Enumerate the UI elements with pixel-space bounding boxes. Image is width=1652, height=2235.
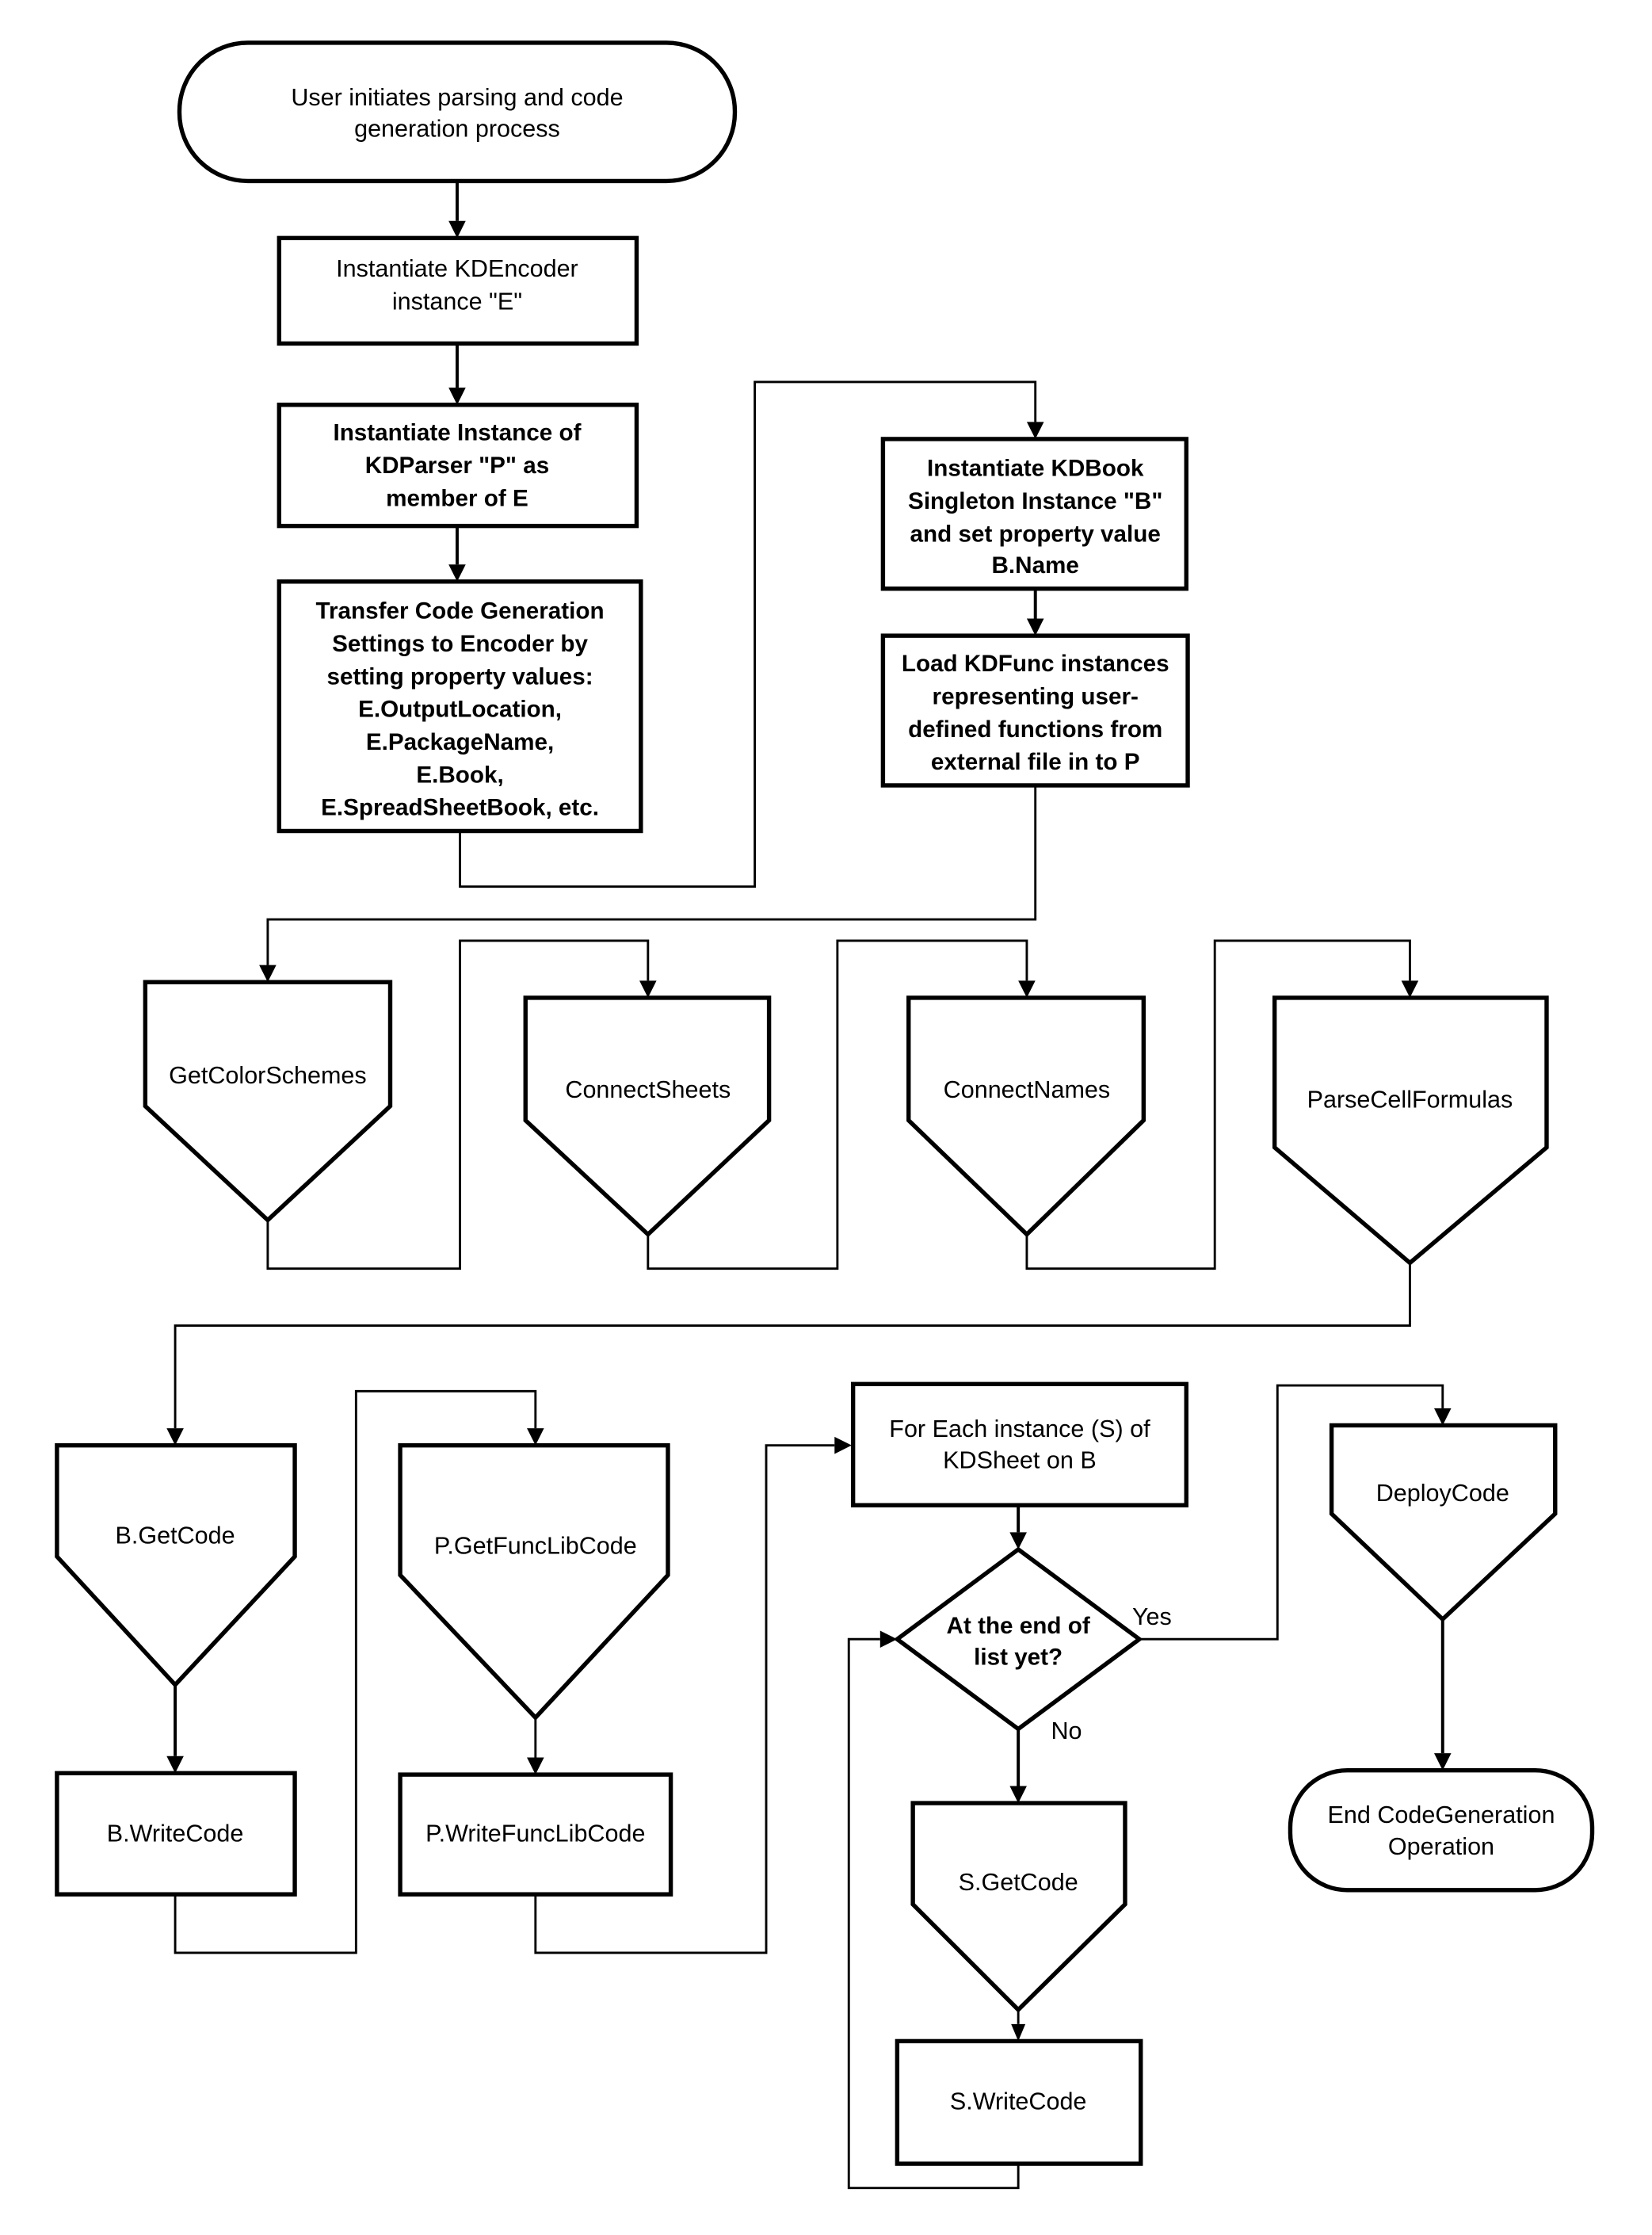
arrowhead-icon (1009, 1786, 1027, 1804)
node-b-write-code[interactable]: B.WriteCode (55, 1771, 297, 1897)
arrowhead-icon (834, 1436, 852, 1454)
node-label-line: Instantiate KDBook (927, 456, 1144, 482)
node-label-line: and set property value (910, 521, 1161, 547)
node-label: S.WriteCode (950, 2088, 1087, 2115)
node-label-line: Instantiate Instance of (333, 420, 581, 446)
node-label-line: KDParser "P" as (365, 453, 549, 479)
terminator-shape (177, 40, 738, 184)
offpage-shape (906, 995, 1146, 1238)
node-label-line: Settings to Encoder by (332, 631, 588, 657)
arrowhead-icon (448, 564, 466, 582)
node-label-line: User initiates parsing and code (291, 84, 623, 111)
node-label: ConnectSheets (565, 1076, 731, 1103)
node-label-line: For Each instance (S) of (889, 1416, 1150, 1442)
arrowhead-icon (166, 1428, 184, 1446)
node-label-line: At the end of (947, 1613, 1090, 1639)
node-label-line: Transfer Code Generation (316, 598, 605, 625)
node-label-line: Load KDFunc instances (902, 651, 1169, 677)
node-label-line: End CodeGeneration (1328, 1801, 1555, 1828)
node-label-line: Instantiate KDEncoder (336, 255, 578, 282)
arrowhead-icon (1011, 2023, 1026, 2042)
terminator-shape (1288, 1768, 1595, 1893)
arrowhead-icon (527, 1428, 544, 1446)
node-label-line: E.OutputLocation, (358, 697, 562, 723)
node-s-get-code[interactable]: S.GetCode (910, 1801, 1127, 2013)
arrowhead-icon (1401, 980, 1419, 998)
node-start[interactable]: User initiates parsing and code generatio… (177, 40, 738, 184)
node-label-line: setting property values: (327, 663, 593, 690)
node-label: B.GetCode (116, 1522, 235, 1549)
node-label: P.WriteFuncLibCode (425, 1820, 645, 1847)
arrowhead-icon (1018, 980, 1036, 998)
node-label-line: representing user- (933, 683, 1139, 709)
decision-shape (893, 1546, 1143, 1732)
edge-parsecellformulas-to-bgetcode (174, 1263, 1411, 1429)
offpage-shape (1329, 1423, 1558, 1622)
node-instantiate-book[interactable]: Instantiate KDBook Singleton Instance "B"… (880, 437, 1188, 591)
edge-label-yes: Yes (1132, 1603, 1172, 1630)
node-instantiate-parser[interactable]: Instantiate Instance of KDParser "P" as me… (277, 403, 639, 529)
offpage-shape (1272, 995, 1549, 1266)
node-b-get-code[interactable]: B.GetCode (55, 1442, 297, 1688)
node-label: B.WriteCode (107, 1820, 244, 1847)
node-label: ParseCellFormulas (1307, 1086, 1513, 1113)
node-label-line: instance "E" (392, 288, 522, 315)
arrowhead-icon (1026, 618, 1044, 636)
arrowhead-icon (527, 1757, 544, 1775)
node-for-each-sheet[interactable]: For Each instance (S) of KDSheet on B (850, 1381, 1188, 1507)
node-label: S.GetCode (959, 1869, 1078, 1896)
offpage-shape (55, 1442, 297, 1688)
node-label-line: defined functions from (908, 716, 1162, 743)
node-connect-sheets[interactable]: ConnectSheets (523, 995, 772, 1238)
node-label-line: E.Book, (416, 762, 503, 788)
arrowhead-icon (1433, 1408, 1452, 1426)
arrowhead-icon (639, 980, 657, 998)
arrowhead-icon (166, 1756, 184, 1774)
node-s-write-code[interactable]: S.WriteCode (895, 2038, 1143, 2166)
offpage-shape (143, 980, 393, 1224)
node-transfer-settings[interactable]: Transfer Code Generation Settings to Enco… (277, 579, 643, 834)
node-parse-cell-formulas[interactable]: ParseCellFormulas (1272, 995, 1549, 1266)
node-label-line: list yet? (974, 1645, 1063, 1671)
node-end-of-list-decision[interactable]: At the end of list yet? (893, 1546, 1143, 1732)
offpage-shape (523, 995, 772, 1238)
edge-label-no: No (1051, 1717, 1082, 1744)
arrowhead-icon (448, 388, 466, 405)
node-end[interactable]: End CodeGeneration Operation (1288, 1768, 1595, 1893)
node-label: DeployCode (1376, 1480, 1509, 1507)
node-label-line: E.PackageName, (366, 729, 554, 755)
node-instantiate-encoder[interactable]: Instantiate KDEncoder instance "E" (277, 235, 639, 346)
node-label-line: generation process (354, 116, 560, 143)
node-label: ConnectNames (944, 1076, 1110, 1103)
node-label-line: Singleton Instance "B" (908, 488, 1162, 514)
node-load-funcs[interactable]: Load KDFunc instances representing user-d… (880, 633, 1190, 788)
arrowhead-icon (259, 965, 277, 983)
node-p-get-func-lib-code[interactable]: P.GetFuncLibCode (398, 1442, 670, 1721)
node-label: GetColorSchemes (169, 1062, 367, 1089)
node-label-line: external file in to P (931, 749, 1140, 775)
arrowhead-icon (1026, 422, 1044, 439)
process-shape (850, 1381, 1188, 1507)
node-label-line: E.SpreadSheetBook, etc. (321, 795, 599, 821)
node-p-write-func-lib-code[interactable]: P.WriteFuncLibCode (398, 1772, 673, 1897)
node-label-line: member of E (386, 485, 528, 511)
node-label-line: KDSheet on B (943, 1446, 1097, 1473)
arrowhead-icon (1433, 1753, 1452, 1771)
node-label: P.GetFuncLibCode (434, 1532, 637, 1559)
offpage-shape (398, 1442, 670, 1721)
arrowhead-icon (448, 220, 466, 239)
offpage-shape (910, 1801, 1127, 2013)
node-label-line: B.Name (992, 552, 1079, 579)
node-connect-names[interactable]: ConnectNames (906, 995, 1146, 1238)
node-deploy-code[interactable]: DeployCode (1329, 1423, 1558, 1622)
flowchart-canvas: User initiates parsing and code generatio… (55, 40, 1595, 2190)
node-get-color-schemes[interactable]: GetColorSchemes (143, 980, 393, 1224)
node-label-line: Operation (1388, 1833, 1494, 1860)
